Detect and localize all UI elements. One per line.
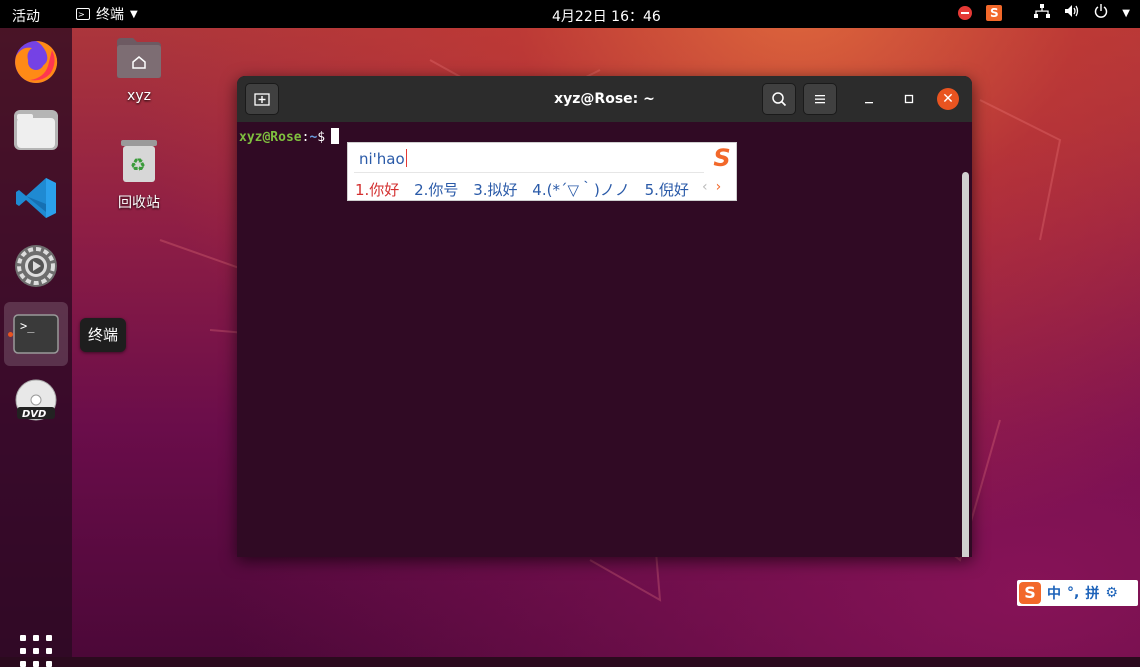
ime-candidate-window: ni'hao S 1.你好 2.你号 3.拟好 4.(*´▽｀)ノノ 5.倪好 …: [347, 142, 737, 201]
clock[interactable]: 4月22日 16：46: [552, 6, 661, 26]
dock-firefox[interactable]: [4, 30, 68, 94]
ime-punctuation-toggle[interactable]: °,: [1067, 585, 1079, 601]
gear-icon[interactable]: ⚙: [1105, 585, 1118, 601]
ime-divider: [354, 172, 704, 173]
search-button[interactable]: [762, 83, 796, 115]
show-applications-button[interactable]: [20, 635, 52, 667]
files-icon: [14, 110, 58, 150]
chevron-left-icon[interactable]: ‹: [702, 179, 708, 195]
close-button[interactable]: ✕: [937, 88, 959, 110]
network-icon[interactable]: [1034, 4, 1051, 22]
terminal-icon: >_: [13, 314, 59, 354]
maximize-icon: [904, 94, 914, 104]
ime-page-nav: ‹ ›: [702, 179, 721, 195]
ime-candidate[interactable]: 4.(*´▽｀)ノノ: [532, 181, 630, 199]
ime-preedit: ni'hao: [359, 149, 407, 168]
ime-candidate[interactable]: 5.倪好: [645, 181, 689, 199]
terminal-small-icon: >: [76, 8, 90, 20]
scrollbar[interactable]: [962, 172, 969, 557]
chevron-down-icon: ▼: [130, 8, 138, 20]
svg-text:♻: ♻: [130, 155, 146, 176]
ime-candidate[interactable]: 2.你号: [414, 181, 458, 199]
prompt-symbol: $: [317, 130, 326, 145]
ime-status-bar[interactable]: S 中 °, 拼 ⚙: [1017, 580, 1138, 606]
text-cursor: [331, 128, 340, 144]
app-menu[interactable]: > 终端 ▼: [76, 4, 138, 24]
home-folder-icon: [117, 38, 161, 78]
hamburger-icon: [815, 95, 825, 104]
sogou-tray-icon[interactable]: S: [986, 5, 1003, 21]
sogou-logo-icon: S: [713, 144, 731, 172]
ime-mode-toggle[interactable]: 拼: [1085, 583, 1099, 603]
sogou-logo-icon[interactable]: S: [1019, 582, 1041, 604]
close-icon: ✕: [942, 91, 954, 107]
firefox-icon: [15, 40, 58, 83]
volume-icon[interactable]: [1064, 4, 1080, 22]
chevron-down-icon[interactable]: ▼: [1122, 8, 1130, 19]
ime-preedit-text: ni'hao: [359, 150, 405, 168]
vscode-icon: [16, 178, 56, 218]
ime-caret: [405, 149, 407, 167]
system-tray: S ▼: [958, 4, 1130, 22]
desktop-icon-label: 回收站: [118, 195, 160, 211]
dock-settings[interactable]: [4, 234, 68, 298]
desktop-icon-home[interactable]: xyz: [99, 36, 179, 104]
dock-terminal[interactable]: >_: [4, 302, 68, 366]
svg-text:>_: >_: [20, 319, 35, 333]
ime-candidate[interactable]: 1.你好: [355, 181, 399, 199]
activities-button[interactable]: 活动: [12, 6, 40, 26]
dock-tooltip: 终端: [80, 318, 126, 352]
ime-candidate[interactable]: 3.拟好: [473, 181, 517, 199]
terminal-headerbar[interactable]: xyz@Rose: ~ ✕: [237, 76, 972, 122]
trash-icon: ♻: [121, 140, 157, 182]
search-icon: [772, 92, 787, 107]
minimize-icon: [865, 102, 873, 104]
chevron-right-icon[interactable]: ›: [716, 179, 722, 195]
dock: >_ DVD: [0, 28, 72, 667]
ime-language-toggle[interactable]: 中: [1047, 583, 1061, 603]
settings-icon: [15, 245, 57, 287]
do-not-disturb-icon[interactable]: [958, 6, 973, 20]
dvd-icon: DVD: [15, 379, 57, 421]
minimize-button[interactable]: [859, 89, 879, 109]
menu-button[interactable]: [803, 83, 837, 115]
top-bar: 活动 > 终端 ▼ 4月22日 16：46 S ▼: [0, 0, 1140, 28]
desktop-icon-trash[interactable]: ♻ 回收站: [99, 138, 179, 212]
desktop-icon-label: xyz: [127, 88, 151, 104]
app-menu-label: 终端: [96, 7, 124, 23]
power-icon[interactable]: [1094, 4, 1108, 22]
ime-candidates: 1.你好 2.你号 3.拟好 4.(*´▽｀)ノノ 5.倪好: [355, 179, 699, 200]
prompt-user: xyz@Rose: [239, 130, 302, 145]
shell-prompt: xyz@Rose:~$: [239, 128, 340, 145]
dock-files[interactable]: [4, 98, 68, 162]
dock-vscode[interactable]: [4, 166, 68, 230]
svg-text:DVD: DVD: [22, 409, 46, 420]
dock-dvd[interactable]: DVD: [4, 370, 68, 434]
running-indicator: [8, 332, 13, 337]
maximize-button[interactable]: [899, 89, 919, 109]
